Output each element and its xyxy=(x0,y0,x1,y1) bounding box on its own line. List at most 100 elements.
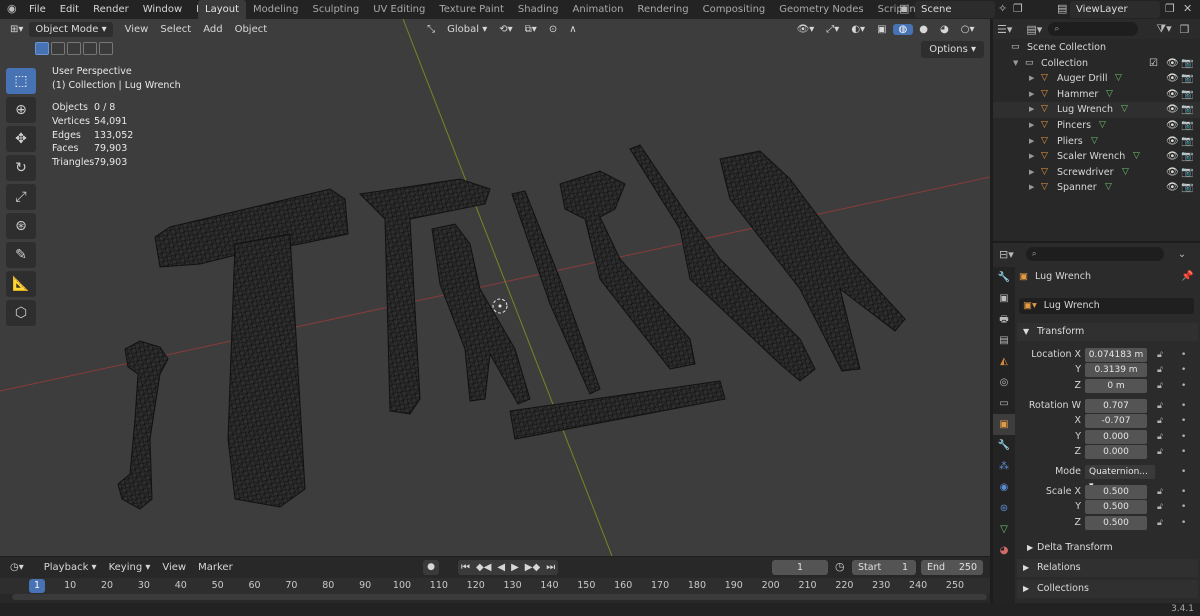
outliner-item[interactable]: ▶ ▽ Pliers ▽ 👁 📷 xyxy=(993,134,1200,150)
mesh-data-icon[interactable]: ▽ xyxy=(1105,180,1112,196)
visibility-icon[interactable]: 👁 xyxy=(1166,71,1179,87)
scene-tab-icon[interactable]: ◭ xyxy=(993,351,1015,372)
scene-icon[interactable]: ▣ xyxy=(899,0,909,18)
start-frame-field[interactable]: Start 1 xyxy=(852,560,916,575)
playback-menu[interactable]: Playback ▾ xyxy=(38,562,103,573)
tab-modeling[interactable]: Modeling xyxy=(246,0,306,19)
jump-start-icon[interactable]: ⏮ xyxy=(458,560,473,575)
record-icon[interactable]: ● xyxy=(423,560,439,575)
location-y-field[interactable]: 0.3139 m xyxy=(1085,363,1147,377)
annotate-tool-icon[interactable]: ✎ xyxy=(6,242,36,268)
pivot-icon[interactable]: ⟲▾ xyxy=(493,24,518,35)
visibility-icon[interactable]: 👁 xyxy=(1166,149,1179,165)
timeline-editor-icon[interactable]: ◷▾ xyxy=(4,562,30,573)
visibility-icon[interactable]: 👁 xyxy=(1166,180,1179,196)
collections-panel-header[interactable]: ▶ Collections xyxy=(1017,580,1198,598)
tab-compositing[interactable]: Compositing xyxy=(696,0,773,19)
keyframe-dot-icon[interactable]: • xyxy=(1181,399,1186,413)
tab-uv-editing[interactable]: UV Editing xyxy=(366,0,432,19)
jump-end-icon[interactable]: ⏭ xyxy=(543,560,558,575)
transform-orientation-icon[interactable]: ⤡ xyxy=(421,24,441,35)
orientation-dropdown[interactable]: Global ▾ xyxy=(441,24,493,35)
proportional-edit-icon[interactable]: ⊙ xyxy=(543,24,563,35)
lock-icon[interactable]: 🔓︎ xyxy=(1157,399,1163,413)
keyframe-dot-icon[interactable]: • xyxy=(1181,485,1186,499)
render-icon[interactable]: 📷 xyxy=(1181,180,1193,196)
select-subtract-icon[interactable] xyxy=(67,42,81,55)
keyframe-dot-icon[interactable]: • xyxy=(1181,445,1186,459)
mesh-data-icon[interactable]: ▽ xyxy=(1122,165,1129,181)
collection-row[interactable]: ▼ ▭ Collection ☑ 👁 📷 xyxy=(993,56,1200,72)
mesh-data-icon[interactable]: ▽ xyxy=(1099,118,1106,134)
scale-y-field[interactable]: 0.500 xyxy=(1085,500,1147,514)
scale-x-field[interactable]: 0.500 xyxy=(1085,485,1147,499)
mesh-data-icon[interactable]: ▽ xyxy=(1121,102,1128,118)
physics-tab-icon[interactable]: ◉ xyxy=(993,477,1015,498)
copy-icon[interactable]: ❐ xyxy=(1013,0,1023,18)
data-tab-icon[interactable]: ▽ xyxy=(993,519,1015,540)
scale-z-field[interactable]: 0.500 xyxy=(1085,516,1147,530)
properties-search-input[interactable]: ⌕ xyxy=(1025,247,1164,261)
end-frame-field[interactable]: End 250 xyxy=(921,560,983,575)
mesh-data-icon[interactable]: ▽ xyxy=(1133,149,1140,165)
expand-icon[interactable]: ▶ xyxy=(1029,102,1034,118)
close-icon[interactable]: ✕ xyxy=(1183,0,1192,18)
keyframe-dot-icon[interactable]: • xyxy=(1181,430,1186,444)
object-name-field[interactable]: ▣▾ Lug Wrench xyxy=(1019,298,1194,314)
outliner-item[interactable]: ▶ ▽ Pincers ▽ 👁 📷 xyxy=(993,118,1200,134)
select-box-tool-icon[interactable]: ⬚ xyxy=(6,68,36,94)
keying-menu[interactable]: Keying ▾ xyxy=(103,562,157,573)
jump-keyframe-back-icon[interactable]: ◆◀ xyxy=(473,560,494,575)
shading-material-icon[interactable]: ◕ xyxy=(934,24,955,35)
modifier-tab-icon[interactable]: 🔧 xyxy=(993,435,1015,456)
outliner-item[interactable]: ▶ ▽ Spanner ▽ 👁 📷 xyxy=(993,180,1200,196)
relations-panel-header[interactable]: ▶ Relations xyxy=(1017,559,1198,577)
outliner-item[interactable]: ▶ ▽ Lug Wrench ▽ 👁 📷 xyxy=(993,102,1200,118)
menu-edit[interactable]: Edit xyxy=(53,0,86,19)
render-icon[interactable]: 📷 xyxy=(1181,118,1193,134)
view-menu[interactable]: View xyxy=(156,562,192,573)
playhead[interactable]: 1 xyxy=(29,579,45,593)
location-z-field[interactable]: 0 m xyxy=(1085,379,1147,393)
keyframe-dot-icon[interactable]: • xyxy=(1181,465,1186,479)
lock-icon[interactable]: 🔓︎ xyxy=(1157,363,1163,377)
outliner-type-icon[interactable]: ☰▾ xyxy=(997,23,1012,36)
gizmo-icon[interactable]: ⤢▾ xyxy=(820,24,845,35)
expand-icon[interactable]: ▶ xyxy=(1029,87,1034,103)
menu-window[interactable]: Window xyxy=(136,0,189,19)
visibility-icon[interactable]: 👁▾ xyxy=(791,24,821,35)
expand-icon[interactable]: ▶ xyxy=(1029,149,1034,165)
output-tab-icon[interactable]: 🖶 xyxy=(993,309,1015,330)
outliner-item[interactable]: ▶ ▽ Scaler Wrench ▽ 👁 📷 xyxy=(993,149,1200,165)
outliner-search-input[interactable]: ⌕ xyxy=(1048,22,1139,36)
render-icon[interactable]: 📷 xyxy=(1181,56,1193,72)
overlay-icon[interactable]: ◐▾ xyxy=(845,24,871,35)
play-icon[interactable]: ▶ xyxy=(508,560,522,575)
world-tab-icon[interactable]: ◎ xyxy=(993,372,1015,393)
falloff-icon[interactable]: ∧ xyxy=(563,24,582,35)
move-tool-icon[interactable]: ✥ xyxy=(6,126,36,152)
preview-range-icon[interactable]: ◷ xyxy=(835,560,845,573)
outliner-item[interactable]: ▶ ▽ Auger Drill ▽ 👁 📷 xyxy=(993,71,1200,87)
select-new-icon[interactable] xyxy=(35,42,49,55)
visibility-icon[interactable]: 👁 xyxy=(1166,118,1179,134)
rotation-mode-dropdown[interactable]: Quaternion... ▾ xyxy=(1085,465,1155,491)
render-tab-icon[interactable]: ▣ xyxy=(993,288,1015,309)
scene-collection-row[interactable]: ▭ Scene Collection xyxy=(993,40,1200,56)
expand-icon[interactable]: ▶ xyxy=(1029,180,1034,196)
exclude-checkbox[interactable]: ☑ xyxy=(1149,56,1158,72)
menu-file[interactable]: File xyxy=(22,0,53,19)
tab-geometry-nodes[interactable]: Geometry Nodes xyxy=(772,0,870,19)
filter-icon[interactable]: ⧩▾ xyxy=(1156,22,1171,36)
lock-icon[interactable]: 🔓︎ xyxy=(1157,516,1163,530)
object-tab-icon[interactable]: ▣ xyxy=(993,414,1015,435)
scene-selector[interactable]: Scene xyxy=(915,1,995,18)
properties-type-icon[interactable]: ⊟▾ xyxy=(999,248,1014,261)
mesh-data-icon[interactable]: ▽ xyxy=(1106,87,1113,103)
new-collection-icon[interactable]: ❐ xyxy=(1180,23,1190,36)
add-cube-tool-icon[interactable]: ⬡ xyxy=(6,300,36,326)
view-menu[interactable]: View xyxy=(119,24,155,35)
mode-dropdown[interactable]: Object Mode ▾ xyxy=(29,21,113,37)
particles-tab-icon[interactable]: ⁂ xyxy=(993,456,1015,477)
select-menu[interactable]: Select xyxy=(154,24,197,35)
